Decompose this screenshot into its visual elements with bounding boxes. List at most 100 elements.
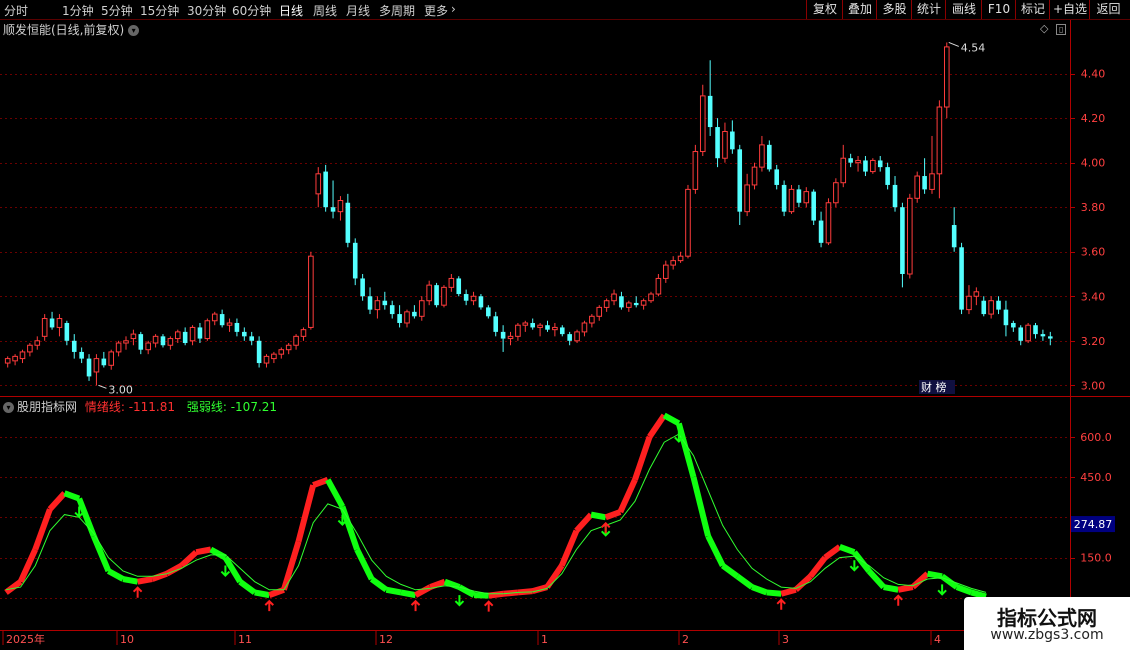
date-label: 1 <box>541 633 548 646</box>
emotion-segment-down <box>122 576 139 585</box>
candle-body-down <box>996 300 1001 310</box>
candle-body-down <box>767 144 772 170</box>
date-label: 11 <box>238 633 252 646</box>
candle-body-down <box>434 285 439 306</box>
candle-body-up <box>759 144 765 168</box>
date-label: 3 <box>782 633 789 646</box>
candle-body-up <box>581 322 588 333</box>
emotion-segment-down <box>254 589 270 599</box>
chart-canvas[interactable]: 4.40 4.20 4.00 3.80 3.60 3.40 3.20 3.00 4.54 3.0… <box>0 0 1130 650</box>
price-tick-label: 4.40 <box>1081 68 1106 81</box>
emotion-segment-up <box>312 476 329 488</box>
candle-body-up <box>470 295 477 302</box>
candle-body-down <box>500 331 506 339</box>
emotion-segment-up <box>281 540 302 591</box>
candle-body-down <box>892 184 898 208</box>
candle-body-up <box>108 351 115 366</box>
candle-body-up <box>93 358 100 373</box>
candle-body-down <box>781 184 787 212</box>
candle-body-down <box>848 158 853 163</box>
candle-body-down <box>463 294 469 301</box>
candle-body-up <box>537 324 543 328</box>
emotion-segment-down <box>325 478 346 509</box>
candle-body-down <box>796 189 802 203</box>
candle-body-up <box>130 333 137 340</box>
emotion-segment-up <box>780 586 797 597</box>
candle-body-up <box>626 302 632 308</box>
candle-body-down <box>559 327 565 335</box>
dropdown-icon[interactable]: ▾ <box>3 402 14 413</box>
candle-body-down <box>1011 322 1016 328</box>
emotion-segment-up <box>823 544 842 560</box>
line1-label: 情绪线: -111.81 <box>84 400 176 414</box>
emotion-segment-down <box>63 490 81 502</box>
price-y-axis: 4.40 4.20 4.00 3.80 3.60 3.40 3.20 3.00 <box>1070 68 1106 392</box>
candle-body-up <box>648 293 654 302</box>
emotion-segment-down <box>385 586 402 596</box>
candle-body-down <box>774 169 780 185</box>
watermark-url: www.zbgs3.com <box>990 627 1104 643</box>
candle-body-down <box>412 311 417 317</box>
buy-arrow-icon <box>264 599 274 612</box>
candle-body-down <box>530 322 535 328</box>
candle-body-down <box>1040 334 1046 337</box>
candle-body-down <box>877 160 883 168</box>
candle-body-up <box>929 173 935 190</box>
candle-body-down <box>249 336 255 341</box>
candle-body-down <box>1033 325 1038 335</box>
candle-body-up <box>145 342 151 351</box>
candle-body-up <box>870 159 876 173</box>
candle-body-down <box>633 302 639 306</box>
candle-body-up <box>855 159 861 164</box>
candle-body-up <box>123 340 129 344</box>
emotion-segment-down <box>209 546 227 561</box>
emotion-segment-down <box>866 568 886 590</box>
emotion-segment-down <box>457 584 476 598</box>
candle-body-down <box>863 160 868 172</box>
candle-body-up <box>1025 324 1031 342</box>
emotion-segment-up <box>897 584 914 593</box>
buy-arrow-icon <box>893 594 903 606</box>
candle-body-down <box>1048 336 1053 339</box>
sell-arrow-icon <box>454 595 465 607</box>
date-label: 2025年 <box>6 632 45 646</box>
candlestick-series <box>4 42 1053 386</box>
candle-body-up <box>174 331 181 340</box>
candle-body-up <box>56 318 63 328</box>
candle-body-down <box>197 327 203 339</box>
emotion-segment-down <box>883 584 899 593</box>
price-annotations: 4.54 3.00 财 榜 <box>98 41 985 396</box>
dropdown-icon[interactable]: ▾ <box>128 25 140 36</box>
price-tick-label: 3.40 <box>1081 290 1106 303</box>
candle-body-up <box>973 291 980 297</box>
price-tick-label: 3.60 <box>1081 246 1106 259</box>
candle-body-down <box>330 207 336 212</box>
candle-body-down <box>1003 309 1009 326</box>
diamond-icon[interactable]: ◇ <box>1040 22 1048 35</box>
candle-body-up <box>611 293 617 302</box>
candle-body-up <box>670 260 676 266</box>
emotion-segment-up <box>574 512 594 533</box>
emotion-segment-up <box>179 549 199 568</box>
emotion-segment-down <box>106 568 125 582</box>
candle-body-up <box>966 295 972 311</box>
candle-body-down <box>951 225 957 248</box>
candle-body-down <box>737 149 743 212</box>
candle-body-up <box>699 95 706 153</box>
candle-body-up <box>426 284 432 302</box>
buy-arrow-icon <box>132 586 143 598</box>
candle-body-up <box>300 329 307 337</box>
candle-body-down <box>493 316 499 332</box>
candle-body-up <box>522 322 529 326</box>
candle-body-up <box>803 191 810 204</box>
candle-body-up <box>589 315 595 324</box>
candle-body-up <box>308 255 314 328</box>
window-icon[interactable]: ▯ <box>1055 24 1067 35</box>
emotion-segment-down <box>662 412 681 427</box>
candle-body-up <box>988 300 994 315</box>
emotion-segment-up <box>295 484 317 543</box>
candle-body-up <box>507 335 514 340</box>
candle-body-up <box>596 306 603 317</box>
emotion-segment-down <box>750 584 768 596</box>
candle-body-down <box>567 334 572 341</box>
